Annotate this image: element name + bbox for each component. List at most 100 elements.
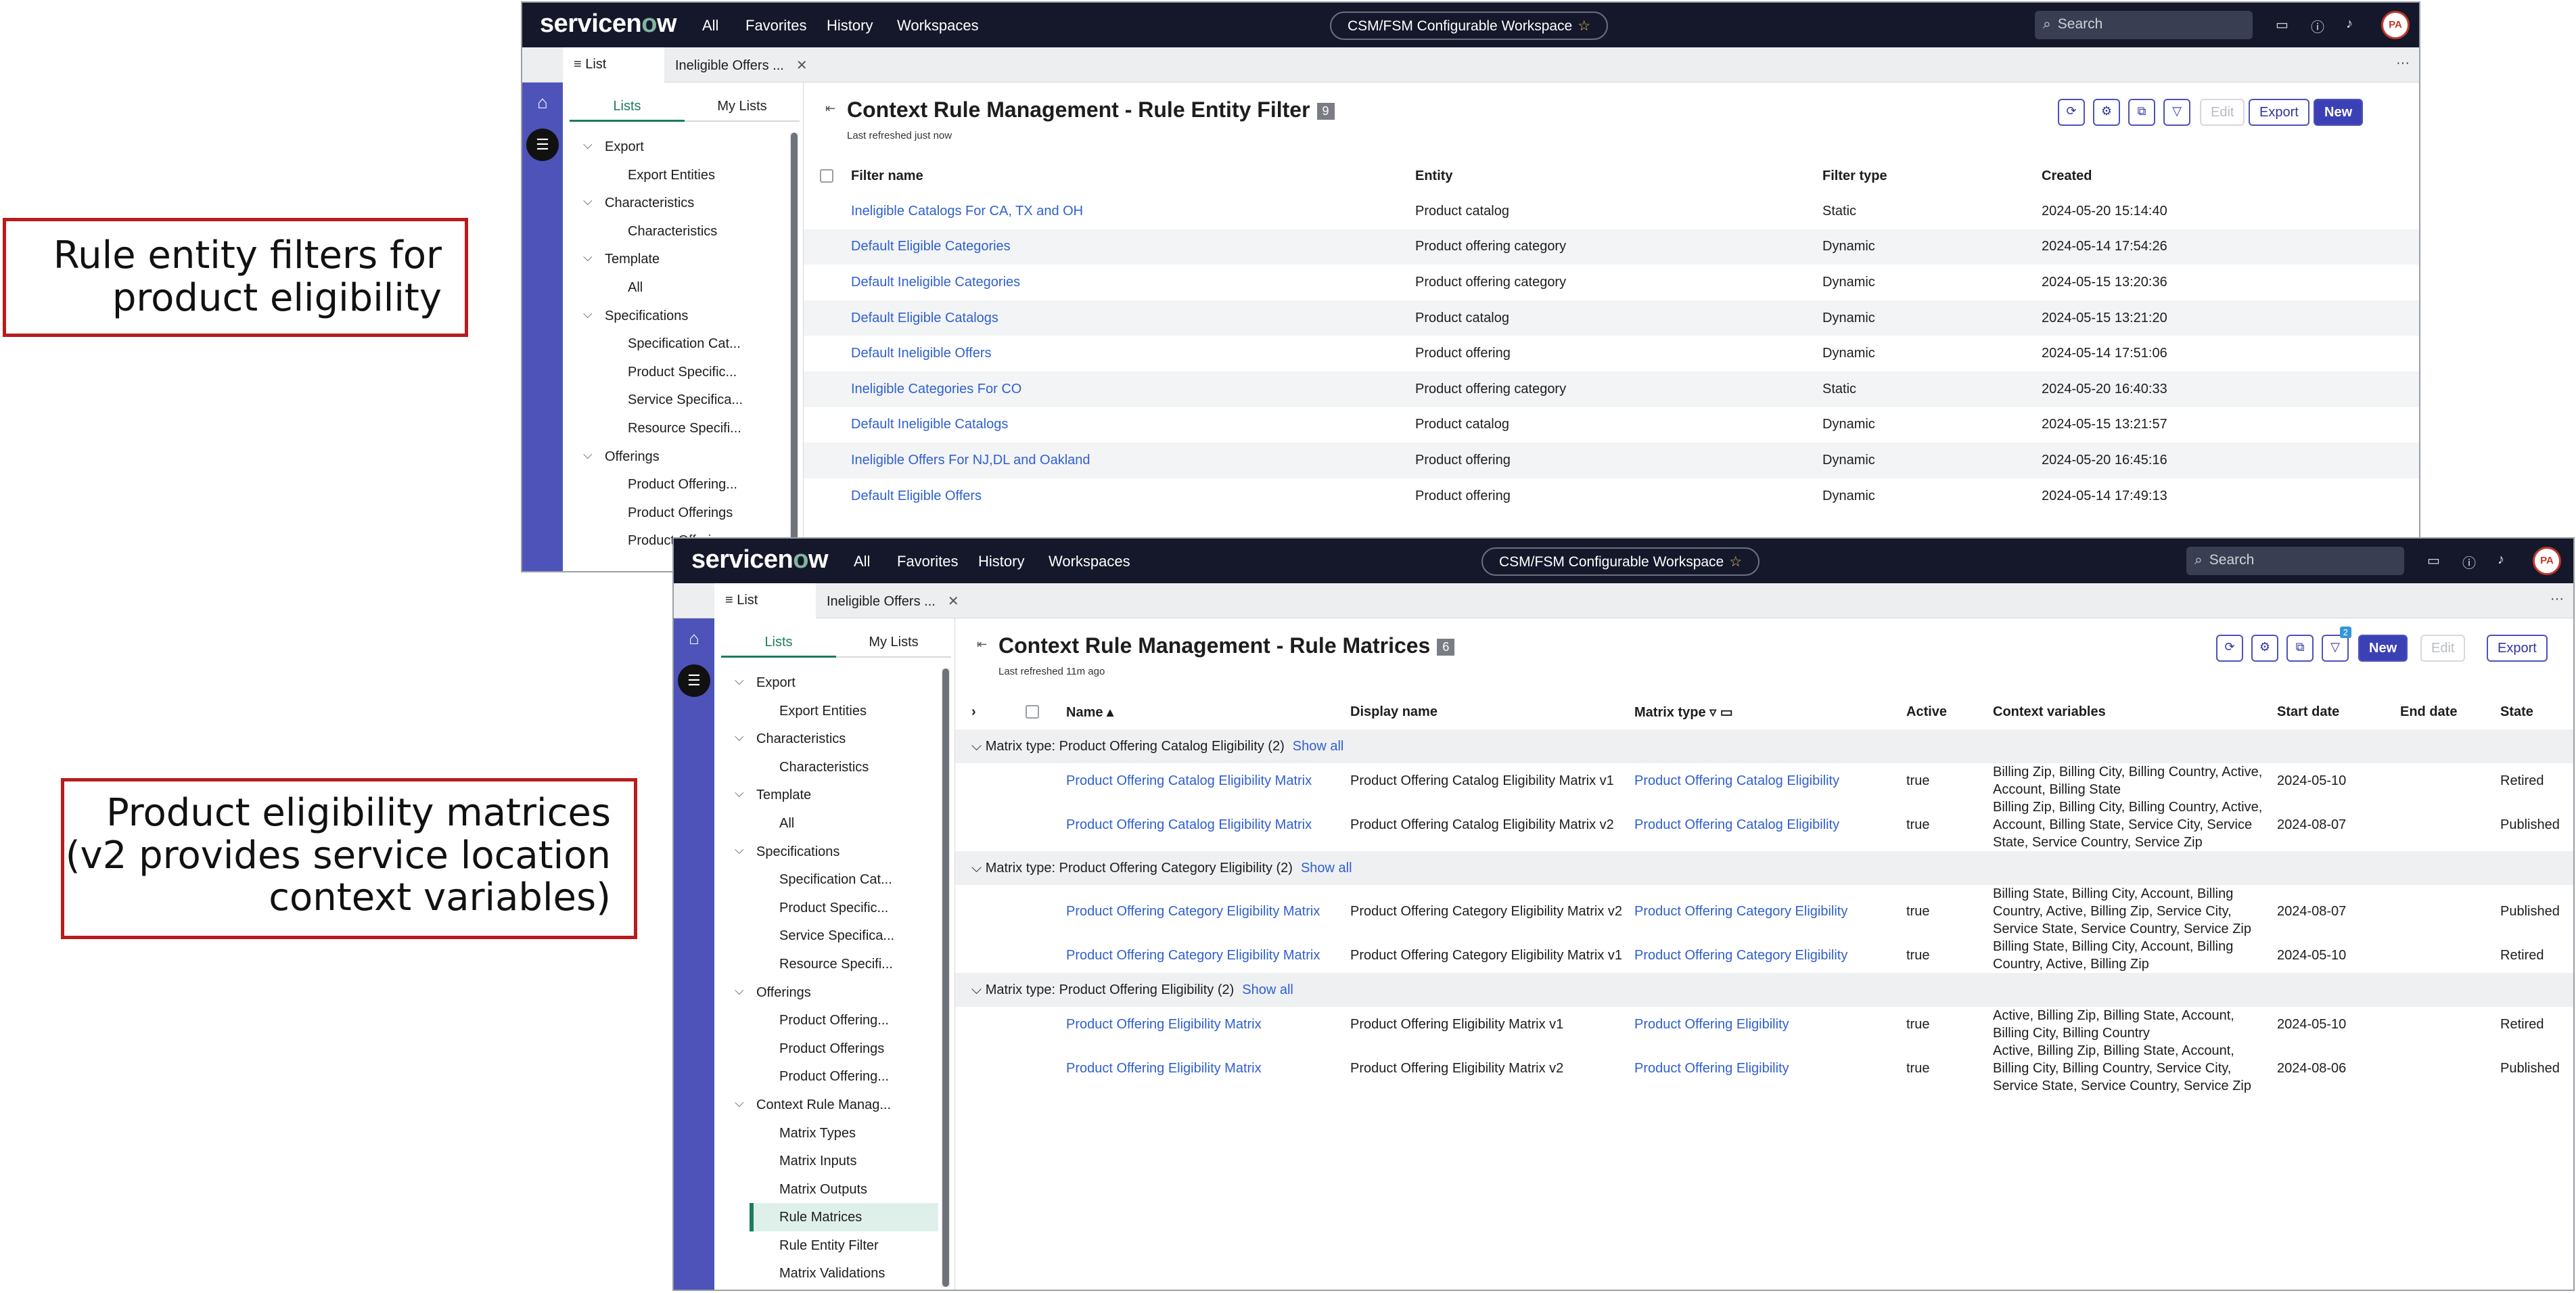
tree-item[interactable]: Specification Cat... xyxy=(563,330,787,358)
tree-group[interactable]: ⌵ Offerings xyxy=(714,978,938,1007)
tree-item[interactable]: Resource Specifi... xyxy=(714,950,938,978)
chat-icon[interactable]: ▭ xyxy=(2427,552,2440,569)
nav-all[interactable]: All xyxy=(702,17,718,35)
tree-item[interactable]: Matrix Outputs xyxy=(714,1175,938,1204)
name-link[interactable]: Product Offering Catalog Eligibility Mat… xyxy=(1066,773,1312,788)
nav-all[interactable]: All xyxy=(854,553,870,570)
sidebar-scrollbar[interactable] xyxy=(789,133,799,568)
row-select-cell[interactable] xyxy=(804,336,851,371)
servicenow-logo[interactable]: servicenow xyxy=(540,9,677,39)
tree-group[interactable]: ⌵ Template xyxy=(563,245,787,273)
tree-item[interactable]: Matrix Validations xyxy=(714,1259,938,1288)
tree-group[interactable]: ⌵ Characteristics xyxy=(563,189,787,217)
global-search[interactable]: ⌕ Search xyxy=(2186,547,2404,575)
matrix-type-link[interactable]: Product Offering Catalog Eligibility xyxy=(1634,773,1839,788)
matrix-type-link[interactable]: Product Offering Catalog Eligibility xyxy=(1634,817,1839,832)
tree-item[interactable]: Product Offering... xyxy=(563,470,787,499)
star-icon[interactable]: ☆ xyxy=(1729,554,1742,570)
matrix-type-cell[interactable]: Product Offering Catalog Eligibility xyxy=(1634,798,1906,851)
tab-my-lists[interactable]: My Lists xyxy=(685,92,800,122)
column-filter-type[interactable]: Filter type xyxy=(1822,158,2042,194)
name-link[interactable]: Product Offering Eligibility Matrix xyxy=(1066,1061,1262,1076)
tree-group[interactable]: ⌵ Template xyxy=(714,781,938,809)
filter-name-cell[interactable]: Default Ineligible Offers xyxy=(851,336,1415,371)
collapse-sidebar-icon[interactable]: ⇤ xyxy=(977,637,987,652)
tree-item[interactable]: Matrix Types xyxy=(714,1119,938,1148)
column-display-name[interactable]: Display name xyxy=(1350,694,1634,729)
matrix-type-link[interactable]: Product Offering Category Eligibility xyxy=(1634,904,1847,919)
tree-item[interactable]: Product Offerings xyxy=(714,1035,938,1063)
row-select-cell[interactable] xyxy=(989,938,1066,973)
new-button[interactable]: New xyxy=(2358,635,2408,662)
nav-favorites[interactable]: Favorites xyxy=(745,17,806,35)
column-matrix-type[interactable]: Matrix type ▿ ▭ xyxy=(1634,694,1906,729)
tree-item[interactable]: Product Offering... xyxy=(714,1006,938,1035)
matrix-type-cell[interactable]: Product Offering Eligibility xyxy=(1634,1042,1906,1095)
new-button[interactable]: New xyxy=(2314,99,2364,126)
tree-group[interactable]: ⌵ Characteristics xyxy=(714,725,938,753)
tab-my-lists[interactable]: My Lists xyxy=(836,628,951,658)
nav-history[interactable]: History xyxy=(978,553,1024,570)
row-select-cell[interactable] xyxy=(804,300,851,336)
table-row[interactable]: Product Offering Eligibility Matrix Produ… xyxy=(955,1042,2573,1095)
group-row[interactable]: ⌵ Matrix type: Product Offering Category… xyxy=(955,851,2573,885)
filter-name-cell[interactable]: Default Eligible Offers xyxy=(851,478,1415,514)
row-select-cell[interactable] xyxy=(804,229,851,265)
tab-lists[interactable]: Lists xyxy=(721,628,836,658)
tab-lists[interactable]: Lists xyxy=(570,92,685,122)
matrix-type-link[interactable]: Product Offering Eligibility xyxy=(1634,1061,1789,1076)
column-start-date[interactable]: Start date xyxy=(2277,694,2400,729)
chevron-down-icon[interactable]: ⌵ xyxy=(583,138,593,152)
bell-icon[interactable]: ♪ xyxy=(2346,16,2353,32)
show-all-link[interactable]: Show all xyxy=(1242,982,1293,997)
tree-item[interactable]: Product Specific... xyxy=(563,358,787,386)
name-cell[interactable]: Product Offering Category Eligibility Ma… xyxy=(1066,938,1350,973)
show-all-link[interactable]: Show all xyxy=(1293,739,1344,754)
table-row[interactable]: Ineligible Offers For NJ,DL and Oakland P… xyxy=(804,443,2419,478)
settings-button[interactable]: ⚙ xyxy=(2093,99,2120,126)
tree-item[interactable]: Matrix Inputs xyxy=(714,1147,938,1175)
column-active[interactable]: Active xyxy=(1906,694,1993,729)
filter-name-link[interactable]: Default Ineligible Categories xyxy=(851,275,1020,290)
select-all-checkbox[interactable] xyxy=(1026,705,1039,719)
table-row[interactable]: Product Offering Category Eligibility Ma… xyxy=(955,885,2573,938)
row-select-cell[interactable] xyxy=(989,885,1066,938)
select-all-checkbox[interactable] xyxy=(820,169,833,183)
name-link[interactable]: Product Offering Catalog Eligibility Mat… xyxy=(1066,817,1312,832)
row-select-cell[interactable] xyxy=(804,194,851,229)
row-select-cell[interactable] xyxy=(989,763,1066,798)
table-row[interactable]: Product Offering Category Eligibility Ma… xyxy=(955,938,2573,973)
refresh-button[interactable]: ⟳ xyxy=(2216,635,2243,662)
chevron-down-icon[interactable]: ⌵ xyxy=(735,843,744,857)
close-icon[interactable]: ✕ xyxy=(796,58,808,73)
table-row[interactable]: Default Ineligible Categories Product off… xyxy=(804,265,2419,300)
select-all-cell[interactable] xyxy=(989,694,1066,729)
name-cell[interactable]: Product Offering Eligibility Matrix xyxy=(1066,1042,1350,1095)
name-cell[interactable]: Product Offering Eligibility Matrix xyxy=(1066,1007,1350,1042)
name-cell[interactable]: Product Offering Catalog Eligibility Mat… xyxy=(1066,798,1350,851)
table-row[interactable]: Default Eligible Categories Product offer… xyxy=(804,229,2419,265)
column-filter-name[interactable]: Filter name xyxy=(851,158,1415,194)
filter-name-link[interactable]: Ineligible Offers For NJ,DL and Oakland xyxy=(851,453,1090,468)
filter-name-link[interactable]: Ineligible Catalogs For CA, TX and OH xyxy=(851,204,1083,219)
name-link[interactable]: Product Offering Category Eligibility Ma… xyxy=(1066,948,1320,963)
filter-name-cell[interactable]: Default Eligible Catalogs xyxy=(851,300,1415,336)
name-link[interactable]: Product Offering Category Eligibility Ma… xyxy=(1066,904,1320,919)
open-button[interactable]: ⧉ xyxy=(2128,99,2155,126)
matrix-type-link[interactable]: Product Offering Category Eligibility xyxy=(1634,948,1847,963)
table-row[interactable]: Product Offering Eligibility Matrix Produ… xyxy=(955,1007,2573,1042)
tree-item[interactable]: Resource Specifi... xyxy=(563,414,787,443)
tree-group[interactable]: ⌵ Export xyxy=(714,668,938,697)
tree-item[interactable]: Specification Cat... xyxy=(714,865,938,894)
tree-group[interactable]: ⌵ Offerings xyxy=(563,443,787,471)
tree-item[interactable]: Rule Entity Filter xyxy=(714,1231,938,1260)
tab-list[interactable]: ≡ List xyxy=(563,47,664,83)
chevron-right-icon[interactable]: › xyxy=(971,704,976,719)
collapse-sidebar-icon[interactable]: ⇤ xyxy=(825,101,835,116)
table-row[interactable]: Default Ineligible Offers Product offerin… xyxy=(804,336,2419,371)
avatar[interactable]: PA xyxy=(2381,11,2410,39)
chevron-down-icon[interactable]: ⌵ xyxy=(735,786,744,800)
row-select-cell[interactable] xyxy=(989,1007,1066,1042)
table-row[interactable]: Default Ineligible Catalogs Product catal… xyxy=(804,407,2419,443)
chevron-down-icon[interactable]: ⌵ xyxy=(735,1096,744,1110)
